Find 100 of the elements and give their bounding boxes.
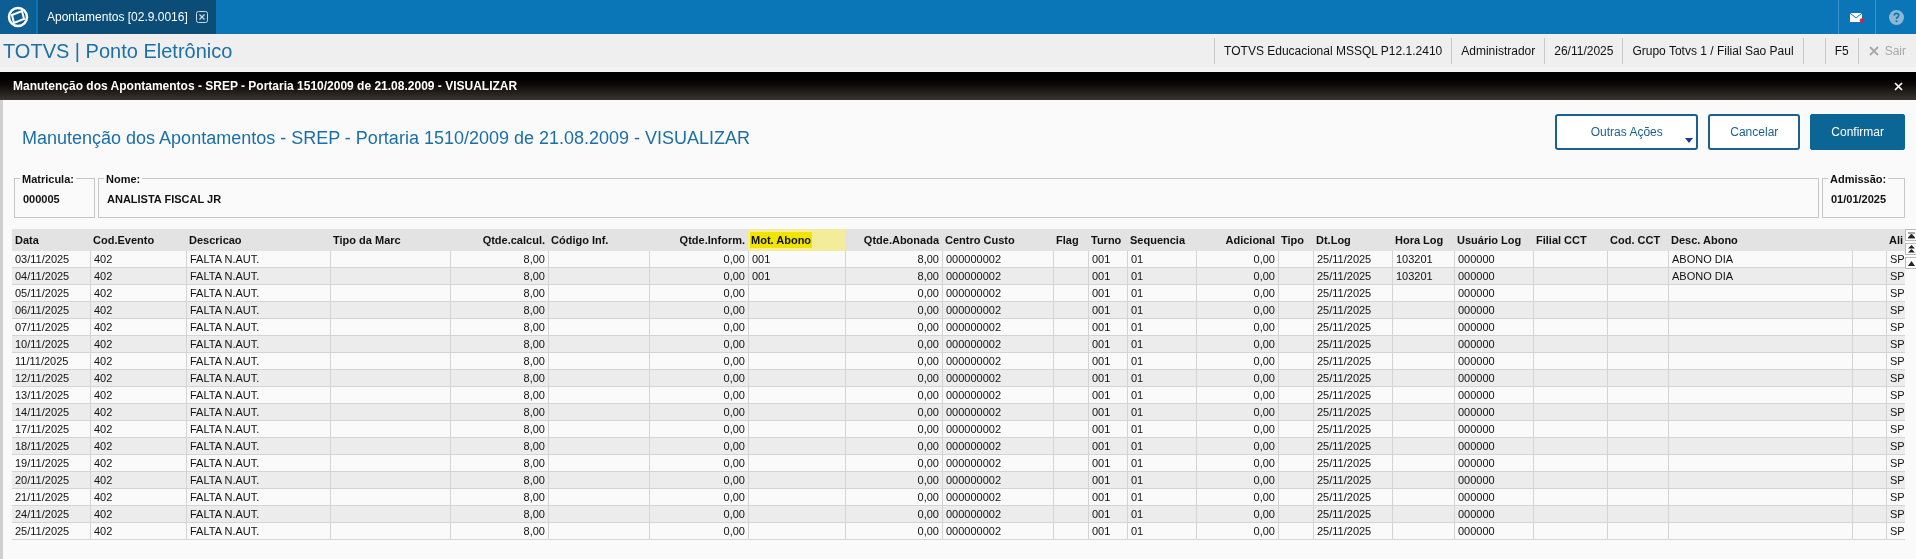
table-cell: 0,00 xyxy=(723,319,745,335)
table-cell: 000000002 xyxy=(946,302,1002,318)
app-title: TOTVS | Ponto Eletrônico xyxy=(2,38,233,64)
table-cell: SP xyxy=(1890,506,1905,522)
table-cell: 000000 xyxy=(1458,251,1495,267)
table-cell: 01 xyxy=(1131,404,1144,420)
table-cell: 25/11/2025 xyxy=(1317,472,1372,488)
scroll-up-icon xyxy=(1907,260,1915,266)
table-cell: 0,00 xyxy=(1253,302,1275,318)
table-cell: 000000 xyxy=(1458,336,1495,352)
table-row[interactable]: 24/11/2025 402 FALTA N.AUT. 8,00 0,00 0,00 000000002 001 01 0,00 25/11/2025 000000 SP xyxy=(12,506,1905,523)
table-cell: 0,00 xyxy=(917,523,939,539)
table-cell: 0,00 xyxy=(723,455,745,471)
table-row[interactable]: 25/11/2025 402 FALTA N.AUT. 8,00 0,00 0,00 000000002 001 01 0,00 25/11/2025 000000 SP xyxy=(12,523,1905,540)
table-cell: 25/11/2025 xyxy=(1317,523,1372,539)
field-value: 000005 xyxy=(23,191,60,207)
table-cell: 0,00 xyxy=(917,302,939,318)
table-cell: 000000 xyxy=(1458,268,1495,284)
table-cell: 000000002 xyxy=(946,268,1002,284)
table-cell: 25/11/2025 xyxy=(15,523,70,539)
table-cell: 0,00 xyxy=(1253,370,1275,386)
table-cell: 000000002 xyxy=(946,353,1002,369)
table-cell: 000000 xyxy=(1458,302,1495,318)
app-tab[interactable]: Apontamentos [02.9.0016] xyxy=(38,0,216,34)
mail-icon xyxy=(1850,11,1864,23)
table-cell: FALTA N.AUT. xyxy=(190,285,260,301)
table-row[interactable]: 06/11/2025 402 FALTA N.AUT. 8,00 0,00 0,00 000000002 001 01 0,00 25/11/2025 000000 SP xyxy=(12,302,1905,319)
page-up-icon xyxy=(1907,245,1915,253)
table-cell: 25/11/2025 xyxy=(1317,421,1372,437)
table-cell: 25/11/2025 xyxy=(1317,489,1372,505)
table-cell: 0,00 xyxy=(723,370,745,386)
more-actions-button[interactable]: Outras Ações xyxy=(1555,114,1699,150)
table-cell: SP xyxy=(1890,438,1905,454)
table-cell: 0,00 xyxy=(1253,268,1275,284)
scroll-up-button[interactable] xyxy=(1905,257,1916,269)
table-row[interactable]: 04/11/2025 402 FALTA N.AUT. 8,00 0,00 001 8,00 000000002 001 01 0,00 25/11/2025 103201 000000 ABONO DIA SP xyxy=(12,268,1905,285)
table-cell: 19/11/2025 xyxy=(15,455,70,471)
help-icon xyxy=(1888,9,1904,25)
table-row[interactable]: 13/11/2025 402 FALTA N.AUT. 8,00 0,00 0,00 000000002 001 01 0,00 25/11/2025 000000 SP xyxy=(12,387,1905,404)
status-segment: F5 xyxy=(1824,37,1858,64)
table-cell: 01 xyxy=(1131,370,1144,386)
table-row[interactable]: 05/11/2025 402 FALTA N.AUT. 8,00 0,00 0,00 000000002 001 01 0,00 25/11/2025 000000 SP xyxy=(12,285,1905,302)
table-cell: 402 xyxy=(94,523,113,539)
table-cell: 0,00 xyxy=(1253,319,1275,335)
table-row[interactable]: 17/11/2025 402 FALTA N.AUT. 8,00 0,00 0,00 000000002 001 01 0,00 25/11/2025 000000 SP xyxy=(12,421,1905,438)
table-cell: 25/11/2025 xyxy=(1317,353,1372,369)
table-cell: 103201 xyxy=(1396,268,1433,284)
table-cell: SP xyxy=(1890,387,1905,403)
table-cell: 001 xyxy=(1092,472,1111,488)
table-cell: 8,00 xyxy=(523,285,545,301)
close-icon[interactable] xyxy=(195,11,208,23)
table-cell: 0,00 xyxy=(723,353,745,369)
table-cell: FALTA N.AUT. xyxy=(190,523,260,539)
table-cell: SP xyxy=(1890,251,1905,267)
confirm-button[interactable]: Confirmar xyxy=(1810,114,1905,150)
table-cell: 402 xyxy=(94,268,113,284)
table-row[interactable]: 14/11/2025 402 FALTA N.AUT. 8,00 0,00 0,00 000000002 001 01 0,00 25/11/2025 000000 SP xyxy=(12,404,1905,421)
table-cell: 25/11/2025 xyxy=(1317,302,1372,318)
table-cell: 13/11/2025 xyxy=(15,387,70,403)
table-cell: 0,00 xyxy=(917,506,939,522)
table-cell: 000000002 xyxy=(946,455,1002,471)
table-cell: 0,00 xyxy=(1253,489,1275,505)
table-cell: 25/11/2025 xyxy=(1317,455,1372,471)
table-cell: SP xyxy=(1890,285,1905,301)
table-cell: 402 xyxy=(94,438,113,454)
table-row[interactable]: 18/11/2025 402 FALTA N.AUT. 8,00 0,00 0,00 000000002 001 01 0,00 25/11/2025 000000 SP xyxy=(12,438,1905,455)
table-row[interactable]: 10/11/2025 402 FALTA N.AUT. 8,00 0,00 0,00 000000002 001 01 0,00 25/11/2025 000000 SP xyxy=(12,336,1905,353)
table-row[interactable]: 07/11/2025 402 FALTA N.AUT. 8,00 0,00 0,00 000000002 001 01 0,00 25/11/2025 000000 SP xyxy=(12,319,1905,336)
table-cell: 000000 xyxy=(1458,489,1495,505)
table-cell: SP xyxy=(1890,319,1905,335)
table-cell: FALTA N.AUT. xyxy=(190,387,260,403)
table-cell: 0,00 xyxy=(1253,506,1275,522)
page-up-button[interactable] xyxy=(1905,243,1916,255)
table-cell: 001 xyxy=(1092,319,1111,335)
table-row[interactable]: 11/11/2025 402 FALTA N.AUT. 8,00 0,00 0,00 000000002 001 01 0,00 25/11/2025 000000 SP xyxy=(12,353,1905,370)
table-cell: 01 xyxy=(1131,523,1144,539)
table-cell: 000000002 xyxy=(946,370,1002,386)
table-cell: 17/11/2025 xyxy=(15,421,70,437)
table-cell: 001 xyxy=(1092,387,1111,403)
column-header[interactable]: Mot. Abono xyxy=(748,229,845,251)
table-cell: 8,00 xyxy=(523,421,545,437)
table-cell: 0,00 xyxy=(917,404,939,420)
scroll-top-button[interactable] xyxy=(1905,229,1916,241)
table-row[interactable]: 03/11/2025 402 FALTA N.AUT. 8,00 0,00 001 8,00 000000002 001 01 0,00 25/11/2025 103201 000000 ABONO DIA SP xyxy=(12,251,1905,268)
table-cell: 25/11/2025 xyxy=(1317,285,1372,301)
table-cell: 8,00 xyxy=(523,302,545,318)
cancel-button[interactable]: Cancelar xyxy=(1708,114,1801,150)
table-cell: 0,00 xyxy=(723,489,745,505)
status-segment: 26/11/2025 xyxy=(1544,37,1623,64)
table-cell: 21/11/2025 xyxy=(15,489,70,505)
table-cell: 0,00 xyxy=(1253,455,1275,471)
table-row[interactable]: 21/11/2025 402 FALTA N.AUT. 8,00 0,00 0,00 000000002 001 01 0,00 25/11/2025 000000 SP xyxy=(12,489,1905,506)
table-cell: 000000002 xyxy=(946,285,1002,301)
table-row[interactable]: 20/11/2025 402 FALTA N.AUT. 8,00 0,00 0,00 000000002 001 01 0,00 25/11/2025 000000 SP xyxy=(12,472,1905,489)
table-cell: 0,00 xyxy=(1253,438,1275,454)
home-button[interactable] xyxy=(0,0,36,34)
table-cell: 11/11/2025 xyxy=(15,353,69,369)
table-row[interactable]: 12/11/2025 402 FALTA N.AUT. 8,00 0,00 0,00 000000002 001 01 0,00 25/11/2025 000000 SP xyxy=(12,370,1905,387)
table-cell: 402 xyxy=(94,472,113,488)
table-row[interactable]: 19/11/2025 402 FALTA N.AUT. 8,00 0,00 0,00 000000002 001 01 0,00 25/11/2025 000000 SP xyxy=(12,455,1905,472)
